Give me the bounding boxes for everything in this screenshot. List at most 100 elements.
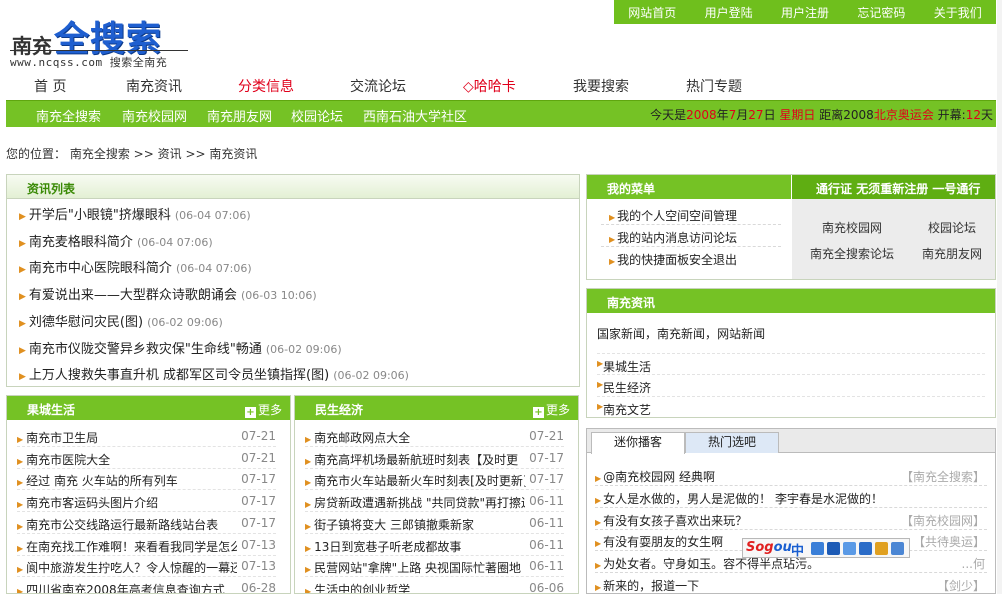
top-link-login[interactable]: 用户登陆 xyxy=(705,4,753,21)
news-title-link[interactable]: 刘德华慰问灾民(图) xyxy=(29,315,143,330)
menu-row: ▶ 我的站内消息 访问论坛 xyxy=(601,225,781,247)
tab-item-link[interactable]: 有没有耍朋友的女生啊 xyxy=(603,535,723,549)
tab-item-link[interactable]: 有没有女孩子喜欢出来玩？ xyxy=(603,514,747,528)
menu-icon[interactable] xyxy=(859,542,872,555)
top-link-register[interactable]: 用户注册 xyxy=(781,4,829,21)
subnav-ncqss[interactable]: 南充全搜索 xyxy=(36,106,101,125)
passport-header: 通行证 无须重新注册 一号通行 xyxy=(792,175,995,199)
list-item-date: 07-17 xyxy=(237,472,276,487)
list-item-link[interactable]: 南充市公交线路运行最新路线站台表 xyxy=(26,518,218,532)
news-list-header: 资讯列表 xyxy=(7,175,579,199)
breadcrumb-item[interactable]: 南充全搜索 xyxy=(70,147,130,161)
minsheng-more-link[interactable]: + 更多 xyxy=(532,401,570,418)
list-item-date: 07-21 xyxy=(525,429,564,443)
punctuation-icon[interactable] xyxy=(811,542,824,555)
tab-hot-picks[interactable]: 热门选吧 xyxy=(685,432,779,453)
subnav-campus-forum[interactable]: 校园论坛 xyxy=(291,106,343,125)
tab-item-link[interactable]: 为处女者。守身如玉。容不得半点玷污。 xyxy=(603,557,819,571)
fullwidth-icon[interactable] xyxy=(827,542,840,555)
list-item-link[interactable]: 房贷新政遭遇新挑战 "共同贷款"再打擦边 xyxy=(314,496,526,510)
nc-info-item[interactable]: 民生经济 xyxy=(603,379,651,396)
list-item-link[interactable]: 民营网站"拿牌"上路 央视国际忙著圈地 xyxy=(314,561,521,575)
news-title-link[interactable]: 开学后"小眼镜"挤爆眼科 xyxy=(29,208,171,223)
list-item-date: 07-17 xyxy=(237,494,276,509)
tab-item-link[interactable]: @南充校园网 经典啊 xyxy=(603,470,715,484)
site-logo[interactable]: 南充 全搜索 www.ncqss.com 搜索全南充 xyxy=(10,8,190,70)
nc-info-link-site[interactable]: 网站新闻 xyxy=(717,327,765,341)
news-title-link[interactable]: 南充市中心医院眼科简介 xyxy=(29,261,172,276)
guocheng-header: 果城生活 + 更多 xyxy=(7,396,290,420)
nav-home[interactable]: 首 页 xyxy=(34,76,66,96)
arrow-icon: ▶ xyxy=(595,495,602,505)
list-item-date: 06-06 xyxy=(525,580,564,593)
news-item: ▶ 开学后"小眼镜"挤爆眼科 (06-04 07:06) xyxy=(19,204,251,223)
nav-classifieds[interactable]: 分类信息 xyxy=(238,76,294,96)
news-title-link[interactable]: 南充市仪陇交警异乡救灾保"生命线"畅通 xyxy=(29,342,262,357)
menu-link-messages[interactable]: 我的站内消息 xyxy=(617,231,689,245)
list-item-link[interactable]: 南充高坪机场最新航班时刻表【及时更 xyxy=(314,453,518,467)
list-item-link[interactable]: 南充市卫生局 xyxy=(26,431,98,445)
list-item-link[interactable]: 南充市客运码头图片介绍 xyxy=(26,496,158,510)
soft-keyboard-icon[interactable] xyxy=(843,542,856,555)
arrow-icon: ▶ xyxy=(305,521,312,531)
passport-link-ncqss-forum[interactable]: 南充全搜索论坛 xyxy=(810,245,894,262)
list-item-link[interactable]: 南充邮政网点大全 xyxy=(314,431,410,445)
news-title-link[interactable]: 南充麦格眼科简介 xyxy=(29,235,133,250)
tab-item-source: 【南充校园网】 xyxy=(900,513,985,528)
skin-icon[interactable] xyxy=(875,542,888,555)
nc-info-link-national[interactable]: 国家新闻 xyxy=(597,327,645,341)
nav-nanchong-news[interactable]: 南充资讯 xyxy=(126,76,182,96)
passport-link-campus-net[interactable]: 南充校园网 xyxy=(822,219,882,236)
subnav-campus-net[interactable]: 南充校园网 xyxy=(122,106,187,125)
list-item-link[interactable]: 四川省南充2008年高考信息查询方式 xyxy=(26,583,225,593)
sub-nav: 南充全搜索 南充校园网 南充朋友网 校园论坛 西南石油大学社区 今天是2008年… xyxy=(6,100,996,127)
passport-link-campus-forum[interactable]: 校园论坛 xyxy=(928,219,976,236)
menu-link-space-admin[interactable]: 空间管理 xyxy=(689,207,737,224)
nav-hahaka[interactable]: ◇哈哈卡 xyxy=(463,76,516,96)
nav-forum[interactable]: 交流论坛 xyxy=(350,76,406,96)
list-item-link[interactable]: 街子镇将变大 三郎镇撤乘新家 xyxy=(314,518,474,532)
list-item-link[interactable]: 在南充找工作难啊！来看看我同学是怎么 xyxy=(26,540,238,554)
arrow-icon: ▶ xyxy=(17,565,24,575)
list-item-link[interactable]: 生活中的创业哲学 xyxy=(314,583,410,593)
ime-mode-toggle[interactable]: 中 xyxy=(791,540,804,559)
sogou-ime-toolbar[interactable]: Sogou 中 xyxy=(742,538,910,559)
nav-hot-topics[interactable]: 热门专题 xyxy=(686,76,742,96)
tab-item-source: 【南充全搜索】 xyxy=(900,470,985,484)
breadcrumb-item[interactable]: 南充资讯 xyxy=(209,147,257,161)
menu-link-quick-panel[interactable]: 我的快捷面板 xyxy=(617,253,689,267)
nc-info-link-nanchong[interactable]: 南充新闻 xyxy=(657,327,705,341)
tab-item-link[interactable]: 女人是水做的，男人是泥做的！ 李宇春是水泥做的！ xyxy=(603,492,883,506)
nav-search[interactable]: 我要搜索 xyxy=(573,76,629,96)
tab-mini-podcast[interactable]: 迷你播客 xyxy=(591,432,685,454)
subnav-friends-net[interactable]: 南充朋友网 xyxy=(207,106,272,125)
list-item-link[interactable]: 13日到宽巷子听老成都故事 xyxy=(314,540,461,554)
menu-link-logout[interactable]: 安全退出 xyxy=(689,251,737,268)
list-item-link[interactable]: 经过 南充 火车站的所有列车 xyxy=(26,474,178,488)
tab-item-source: 【剑少】 xyxy=(936,579,985,593)
arrow-icon: ▶ xyxy=(595,517,602,527)
top-link-about[interactable]: 关于我们 xyxy=(934,4,982,21)
list-item-link[interactable]: 阆中旅游发生拧吃人？令人惊醒的一幕还 xyxy=(26,561,238,575)
passport-link-friends-net[interactable]: 南充朋友网 xyxy=(922,245,982,262)
menu-link-personal-space[interactable]: 我的个人空间 xyxy=(617,209,689,223)
top-link-home[interactable]: 网站首页 xyxy=(628,4,676,21)
list-item-date: 06-11 xyxy=(525,494,564,509)
breadcrumb-item[interactable]: 资讯 xyxy=(158,147,182,161)
arrow-icon: ▶ xyxy=(305,543,312,553)
arrow-icon: ▶ xyxy=(609,257,616,266)
tab-item-link[interactable]: 新来的，报道一下 xyxy=(603,579,699,593)
tools-icon[interactable] xyxy=(891,542,904,555)
nc-info-item[interactable]: 果城生活 xyxy=(603,358,651,375)
news-title-link[interactable]: 上万人搜救失事直升机 成都军区司令员坐镇指挥(图) xyxy=(29,368,329,383)
top-link-forgot-password[interactable]: 忘记密码 xyxy=(857,4,905,21)
list-item-date: 07-17 xyxy=(525,450,564,465)
news-title-link[interactable]: 有爱说出来——大型群众诗歌朗诵会 xyxy=(29,288,237,303)
menu-row: ▶ 我的个人空间 空间管理 xyxy=(601,203,781,225)
menu-link-visit-forum[interactable]: 访问论坛 xyxy=(689,229,737,246)
guocheng-more-link[interactable]: + 更多 xyxy=(244,401,282,418)
nc-info-item[interactable]: 南充文艺 xyxy=(603,401,651,417)
list-item-link[interactable]: 南充市火车站最新火车时刻表[及时更新] xyxy=(314,474,526,488)
list-item-link[interactable]: 南充市医院大全 xyxy=(26,453,110,467)
subnav-swpu-community[interactable]: 西南石油大学社区 xyxy=(363,106,467,125)
